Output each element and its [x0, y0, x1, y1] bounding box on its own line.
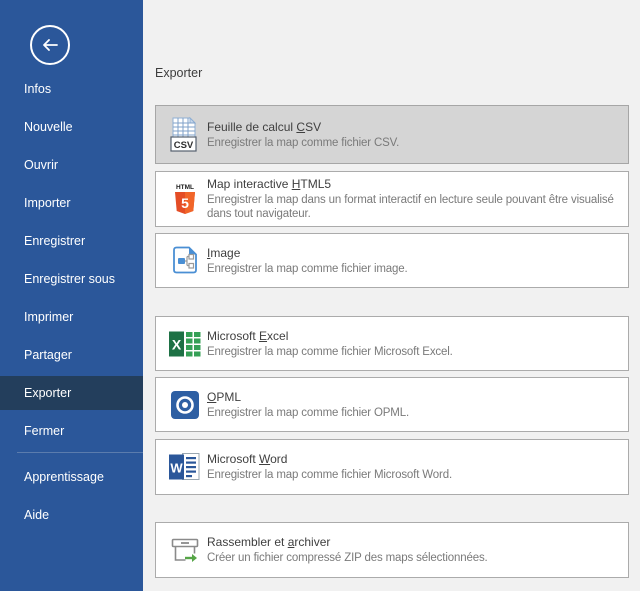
sidebar-item-apprentissage[interactable]: Apprentissage — [0, 460, 143, 494]
export-item-pack-and-go[interactable]: Rassembler et archiver Créer un fichier … — [155, 522, 629, 578]
export-item-title: Map interactive HTML5 — [207, 177, 620, 192]
sidebar-item-enregistrer[interactable]: Enregistrer — [0, 224, 143, 258]
backstage-view: Infos Nouvelle Ouvrir Importer Enregistr… — [0, 0, 640, 591]
export-item-description: Enregistrer la map comme fichier OPML. — [207, 406, 620, 420]
export-item-text: Microsoft Excel Enregistrer la map comme… — [207, 329, 628, 359]
svg-text:W: W — [170, 461, 183, 476]
export-item-description: Enregistrer la map dans un format intera… — [207, 193, 620, 221]
export-item-description: Créer un fichier compressé ZIP des maps … — [207, 551, 620, 565]
sidebar-item-ouvrir[interactable]: Ouvrir — [0, 148, 143, 182]
export-item-text: Rassembler et archiver Créer un fichier … — [207, 535, 628, 565]
svg-text:CSV: CSV — [174, 140, 194, 151]
sidebar-item-imprimer[interactable]: Imprimer — [0, 300, 143, 334]
export-item-text: Microsoft Word Enregistrer la map comme … — [207, 452, 628, 482]
export-item-title: OPML — [207, 390, 620, 405]
sidebar-item-exporter[interactable]: Exporter — [0, 376, 143, 410]
back-button[interactable] — [30, 25, 70, 65]
export-pane: Exporter CSV Feuille de calcul CSV Enreg… — [143, 0, 640, 591]
export-item-text: Image Enregistrer la map comme fichier i… — [207, 246, 628, 276]
sidebar-item-fermer[interactable]: Fermer — [0, 414, 143, 448]
svg-text:5: 5 — [181, 195, 189, 211]
export-item-description: Enregistrer la map comme fichier image. — [207, 262, 620, 276]
sidebar-item-nouvelle[interactable]: Nouvelle — [0, 110, 143, 144]
export-item-text: Map interactive HTML5 Enregistrer la map… — [207, 177, 628, 221]
sidebar-item-importer[interactable]: Importer — [0, 186, 143, 220]
export-item-title: Image — [207, 246, 620, 261]
back-arrow-icon — [39, 37, 61, 53]
svg-text:HTML: HTML — [176, 184, 194, 191]
page-title: Exporter — [155, 66, 629, 80]
sidebar-item-enregistrer-sous[interactable]: Enregistrer sous — [0, 262, 143, 296]
export-item-html5[interactable]: HTML 5 Map interactive HTML5 Enregistrer… — [155, 171, 629, 227]
export-item-image[interactable]: Image Enregistrer la map comme fichier i… — [155, 233, 629, 288]
csv-spreadsheet-icon: CSV — [167, 116, 203, 153]
html5-icon: HTML 5 — [167, 182, 203, 216]
export-item-opml[interactable]: OPML Enregistrer la map comme fichier OP… — [155, 377, 629, 432]
export-item-title: Microsoft Word — [207, 452, 620, 467]
opml-icon — [167, 391, 203, 419]
export-item-title: Microsoft Excel — [207, 329, 620, 344]
svg-text:X: X — [172, 336, 182, 352]
export-item-word[interactable]: W Microsoft Word Enregistrer la map comm… — [155, 439, 629, 495]
image-export-icon — [167, 245, 203, 276]
export-item-text: OPML Enregistrer la map comme fichier OP… — [207, 390, 628, 420]
export-item-excel[interactable]: X Microsoft Excel Enregistrer la map com… — [155, 316, 629, 371]
excel-icon: X — [167, 329, 203, 359]
sidebar-divider — [17, 452, 143, 453]
export-item-description: Enregistrer la map comme fichier CSV. — [207, 136, 620, 150]
export-item-csv[interactable]: CSV Feuille de calcul CSV Enregistrer la… — [155, 105, 629, 164]
export-item-title: Feuille de calcul CSV — [207, 120, 620, 135]
sidebar-item-infos[interactable]: Infos — [0, 72, 143, 106]
sidebar: Infos Nouvelle Ouvrir Importer Enregistr… — [0, 0, 143, 591]
archive-box-icon — [167, 535, 203, 565]
sidebar-nav: Infos Nouvelle Ouvrir Importer Enregistr… — [0, 72, 143, 532]
export-item-description: Enregistrer la map comme fichier Microso… — [207, 345, 620, 359]
word-icon: W — [167, 452, 203, 482]
export-item-text: Feuille de calcul CSV Enregistrer la map… — [207, 120, 628, 150]
export-item-title: Rassembler et archiver — [207, 535, 620, 550]
sidebar-item-aide[interactable]: Aide — [0, 498, 143, 532]
sidebar-item-partager[interactable]: Partager — [0, 338, 143, 372]
export-item-description: Enregistrer la map comme fichier Microso… — [207, 468, 620, 482]
